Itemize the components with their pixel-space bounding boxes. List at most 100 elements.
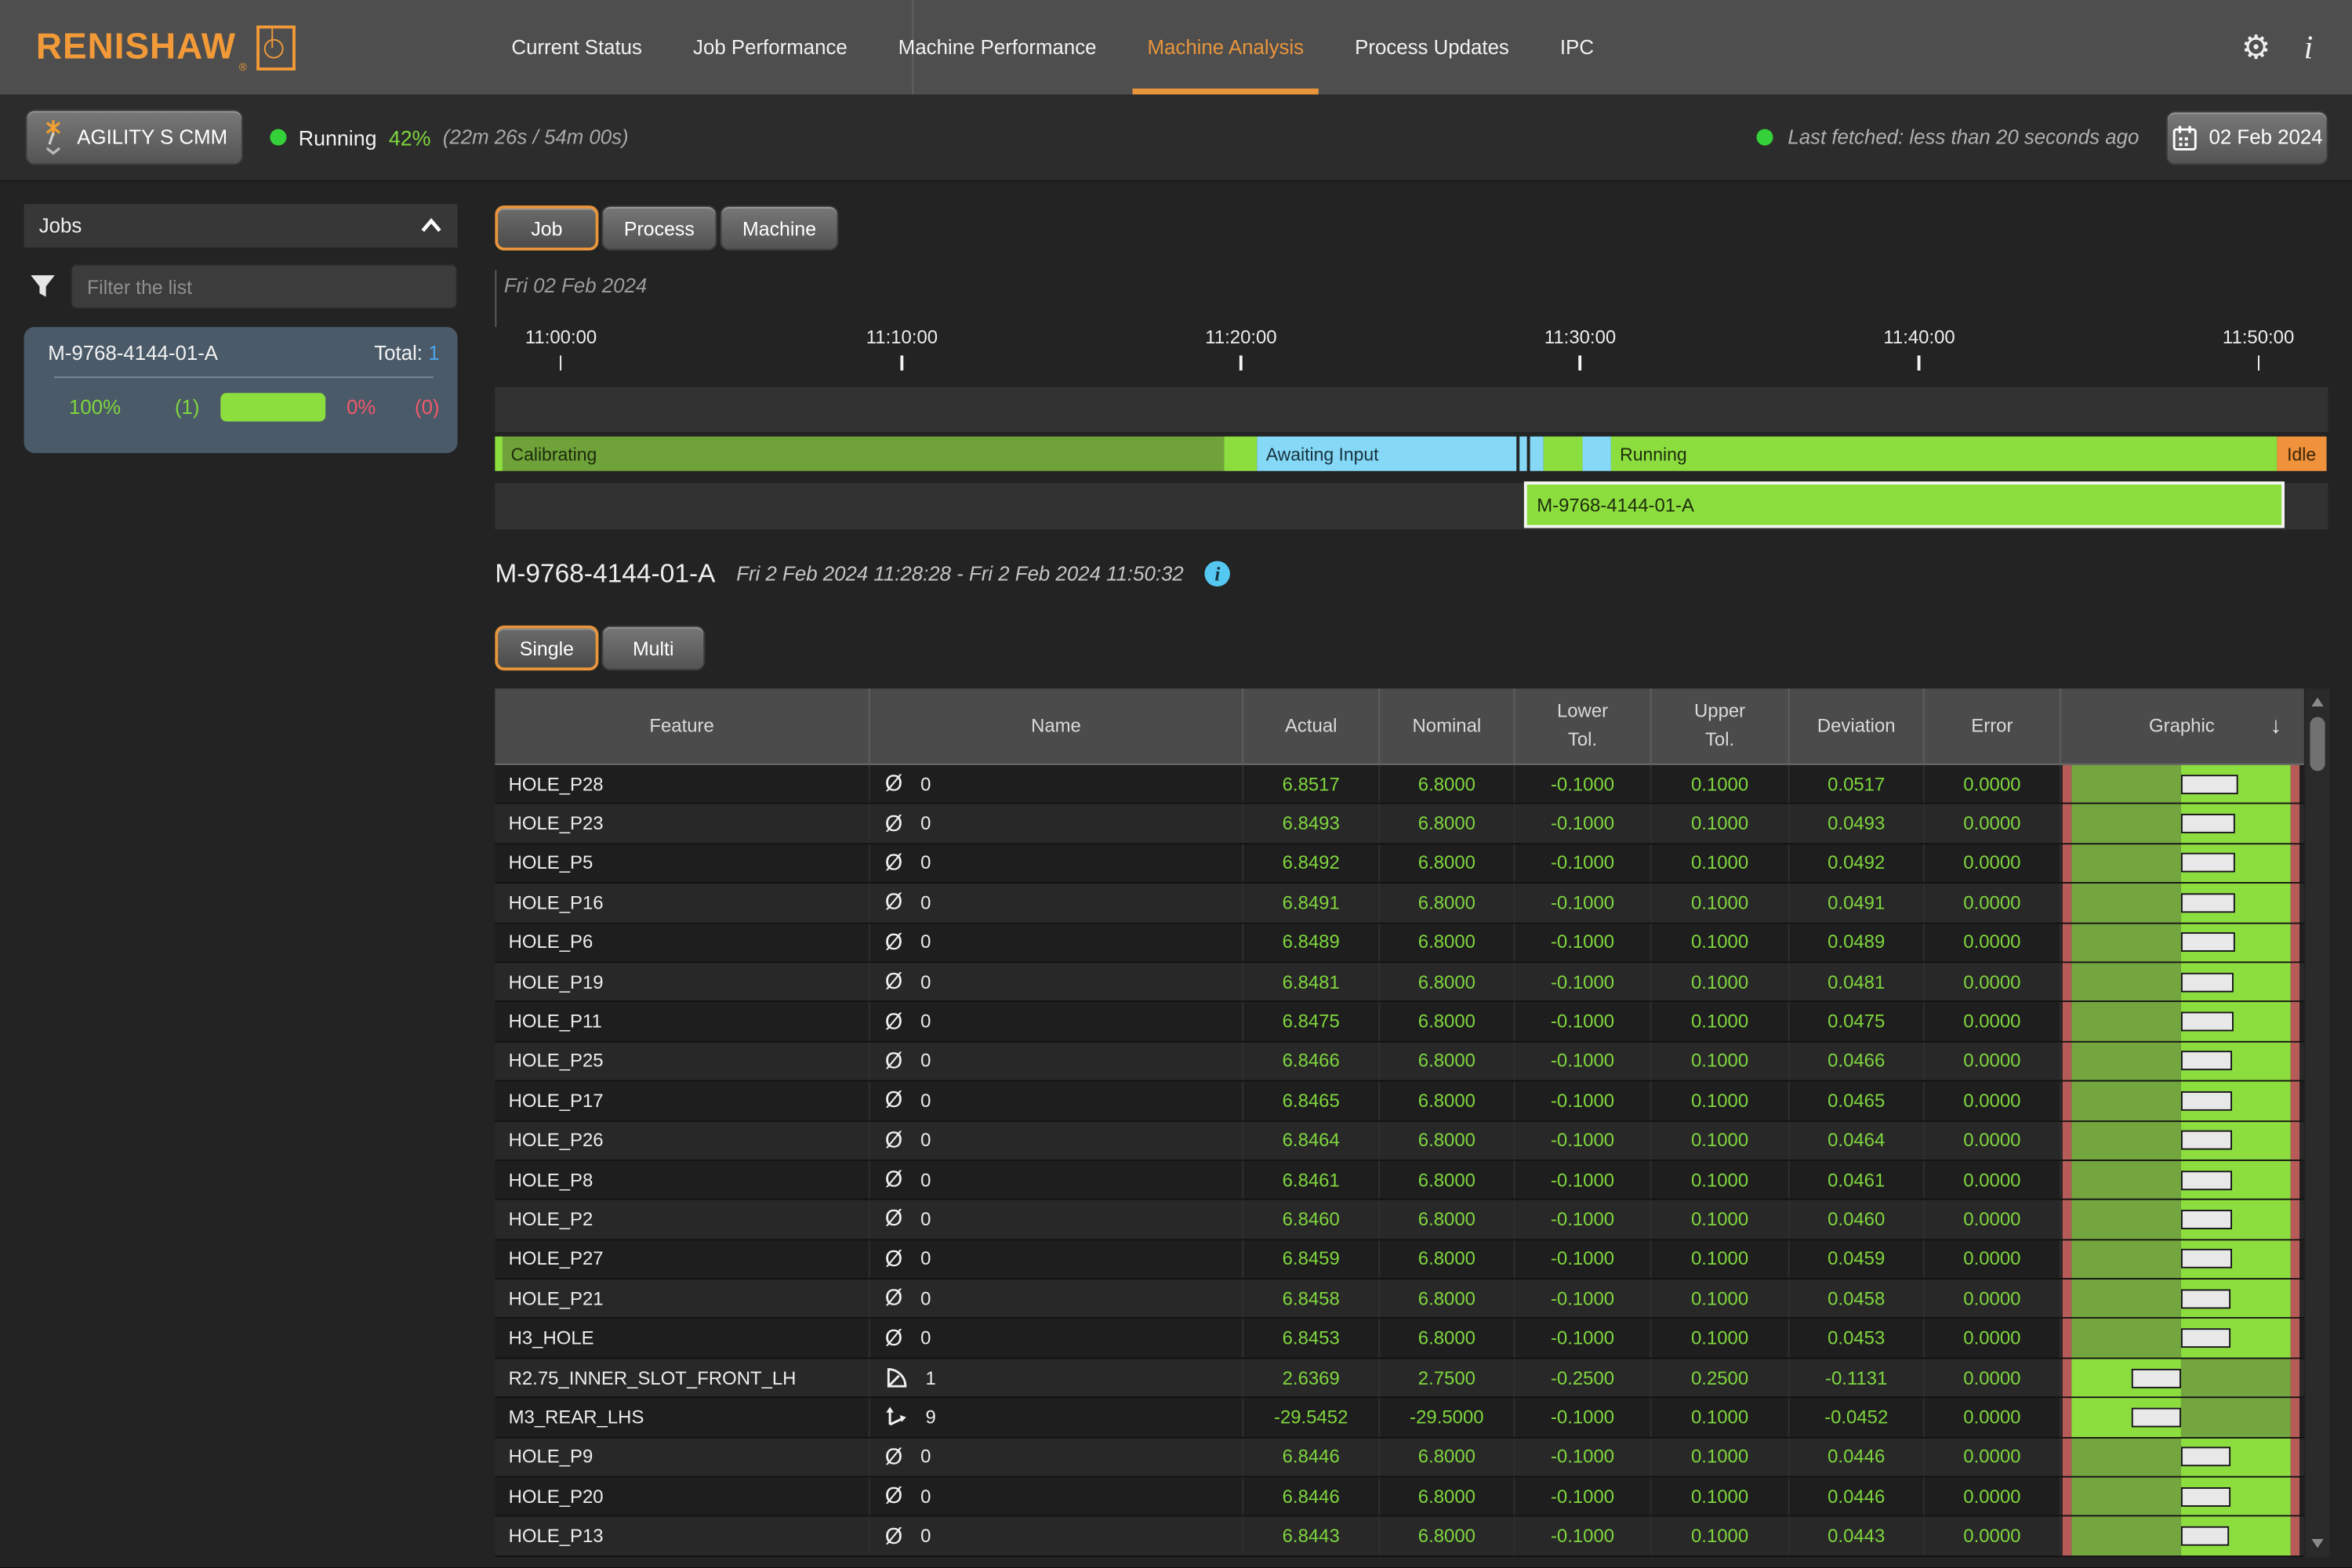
pass-count: (1) — [175, 396, 200, 419]
state-segment-calibrating[interactable]: Calibrating — [502, 437, 1224, 471]
scrollbar-thumb[interactable] — [2310, 717, 2325, 771]
table-row[interactable]: HOLE_P21Ø06.84586.8000-0.10000.10000.045… — [495, 1279, 2303, 1319]
tab-job-performance[interactable]: Job Performance — [690, 0, 850, 95]
nav-tabs: Current Status Job Performance Machine Per… — [509, 0, 1597, 95]
column-header-lower-tol-[interactable]: Lower Tol. — [1515, 688, 1651, 764]
table-row[interactable]: HOLE_P6Ø06.84896.8000-0.10000.10000.0489… — [495, 924, 2303, 963]
column-header-nominal[interactable]: Nominal — [1380, 688, 1515, 764]
state-segment[interactable] — [1224, 437, 1257, 471]
collapse-chevron-up-icon[interactable] — [420, 217, 443, 234]
view-tab-job[interactable]: Job — [495, 205, 598, 250]
cell-feature: M3_REAR_LHS — [495, 1399, 869, 1437]
state-segment[interactable] — [1544, 437, 1582, 471]
job-card[interactable]: M-9768-4144-01-A Total: 1 100% (1) 0% (0… — [24, 327, 458, 453]
cell-actual: -29.5452 — [1243, 1399, 1380, 1437]
table-row[interactable]: M3_REAR_LHS9-29.5452-29.5000-0.10000.100… — [495, 1399, 2303, 1438]
feature-count: 0 — [920, 1170, 931, 1191]
table-row[interactable]: R2.75_INNER_SLOT_FRONT_LH12.63692.7500-0… — [495, 1359, 2303, 1398]
job-info-icon[interactable]: i — [1205, 561, 1231, 587]
state-segment[interactable] — [1520, 437, 1527, 471]
state-segment[interactable] — [1582, 437, 1610, 471]
tab-ipc[interactable]: IPC — [1557, 0, 1597, 95]
column-header-upper-tol-[interactable]: Upper Tol. — [1652, 688, 1790, 764]
column-header-error[interactable]: Error — [1925, 688, 2061, 764]
cell-error: 0.0000 — [1925, 1003, 2061, 1041]
job-timeline-bar[interactable]: M-9768-4144-01-A — [1523, 481, 2284, 528]
deviation-marker — [2181, 1012, 2234, 1032]
column-header-deviation[interactable]: Deviation — [1790, 688, 1925, 764]
jobs-panel-header[interactable]: Jobs — [24, 204, 458, 247]
deviation-marker — [2181, 1447, 2230, 1467]
out-of-tolerance-zone-left — [2063, 1279, 2071, 1318]
cell-lower-tol: -0.1000 — [1515, 765, 1651, 804]
tab-machine-analysis[interactable]: Machine Analysis — [1145, 0, 1307, 95]
results-table: FeatureNameActualNominalLower Tol.Upper … — [495, 688, 2303, 1557]
mode-tab-single[interactable]: Single — [495, 626, 598, 670]
out-of-tolerance-zone-right — [2291, 844, 2299, 883]
table-row[interactable]: HOLE_P11Ø06.84756.8000-0.10000.10000.047… — [495, 1003, 2303, 1042]
tolerance-zone — [2071, 1279, 2290, 1318]
cell-graphic — [2061, 1240, 2303, 1279]
settings-gear-icon[interactable]: ⚙ — [2241, 31, 2271, 64]
cell-deviation: 0.0460 — [1790, 1200, 1925, 1239]
cell-actual: 6.8493 — [1243, 804, 1380, 843]
table-row[interactable]: HOLE_P5Ø06.84926.8000-0.10000.10000.0492… — [495, 844, 2303, 884]
info-icon[interactable]: i — [2304, 31, 2314, 64]
state-segment[interactable] — [495, 437, 502, 471]
table-row[interactable]: HOLE_P26Ø06.84646.8000-0.10000.10000.046… — [495, 1121, 2303, 1160]
column-header-name[interactable]: Name — [870, 688, 1243, 764]
out-of-tolerance-zone-left — [2063, 1003, 2071, 1041]
table-scrollbar[interactable] — [2306, 688, 2330, 1557]
out-of-tolerance-zone-right — [2291, 1319, 2299, 1358]
table-row[interactable]: HOLE_P17Ø06.84656.8000-0.10000.10000.046… — [495, 1082, 2303, 1121]
cell-upper-tol: 0.1000 — [1652, 1003, 1790, 1041]
state-segment[interactable] — [1530, 437, 1544, 471]
table-row[interactable]: HOLE_P20Ø06.84466.8000-0.10000.10000.044… — [495, 1478, 2303, 1517]
time-tick-label: 11:00:00 — [525, 327, 597, 348]
fail-count: (0) — [415, 396, 440, 419]
tab-process-updates[interactable]: Process Updates — [1352, 0, 1512, 95]
cell-error: 0.0000 — [1925, 765, 2061, 804]
lower-tolerance-half — [2071, 1279, 2181, 1318]
machine-selector-button[interactable]: AGILITY S CMM — [26, 110, 243, 165]
column-header-graphic[interactable]: Graphic↓ — [2061, 688, 2303, 764]
table-row[interactable]: H3_HOLEØ06.84536.8000-0.10000.10000.0453… — [495, 1319, 2303, 1359]
scroll-down-arrow-icon[interactable] — [2311, 1539, 2323, 1548]
cell-actual: 6.8475 — [1243, 1003, 1380, 1041]
feature-count: 0 — [920, 1051, 931, 1072]
tab-machine-performance[interactable]: Machine Performance — [895, 0, 1099, 95]
cell-graphic — [2061, 1399, 2303, 1437]
jobs-filter-input[interactable] — [71, 264, 458, 309]
tab-current-status[interactable]: Current Status — [509, 0, 645, 95]
date-picker-button[interactable]: 02 Feb 2024 — [2166, 111, 2328, 165]
mode-tab-multi[interactable]: Multi — [601, 626, 705, 670]
sort-descending-icon[interactable]: ↓ — [2270, 713, 2281, 739]
cell-feature: HOLE_P27 — [495, 1240, 869, 1279]
view-tab-process[interactable]: Process — [601, 205, 717, 250]
cell-nominal: 6.8000 — [1380, 1478, 1515, 1516]
machine-status-left: AGILITY S CMM Running 42% (22m 26s / 54m… — [26, 95, 629, 180]
table-row[interactable]: HOLE_P8Ø06.84616.8000-0.10000.10000.0461… — [495, 1161, 2303, 1200]
table-row[interactable]: HOLE_P16Ø06.84916.8000-0.10000.10000.049… — [495, 884, 2303, 923]
column-header-actual[interactable]: Actual — [1243, 688, 1380, 764]
state-segment-awaiting-input[interactable]: Awaiting Input — [1257, 437, 1517, 471]
diameter-icon: Ø — [885, 930, 902, 956]
table-row[interactable]: HOLE_P19Ø06.84816.8000-0.10000.10000.048… — [495, 963, 2303, 1002]
cell-deviation: 0.0493 — [1790, 804, 1925, 843]
table-row[interactable]: HOLE_P23Ø06.84936.8000-0.10000.10000.049… — [495, 804, 2303, 844]
column-header-feature[interactable]: Feature — [495, 688, 869, 764]
cell-feature: HOLE_P11 — [495, 1003, 869, 1041]
table-row[interactable]: HOLE_P28Ø06.85176.8000-0.10000.10000.051… — [495, 765, 2303, 804]
state-segment-idle[interactable]: Idle — [2277, 437, 2327, 471]
table-row[interactable]: HOLE_P9Ø06.84466.8000-0.10000.10000.0446… — [495, 1438, 2303, 1477]
table-row[interactable]: HOLE_P27Ø06.84596.8000-0.10000.10000.045… — [495, 1240, 2303, 1279]
table-row[interactable]: HOLE_P25Ø06.84666.8000-0.10000.10000.046… — [495, 1042, 2303, 1081]
cell-actual: 6.8464 — [1243, 1121, 1380, 1160]
view-tab-machine[interactable]: Machine — [720, 205, 838, 250]
state-segment-running[interactable]: Running — [1611, 437, 2277, 471]
cell-name: Ø0 — [870, 1003, 1243, 1041]
scroll-up-arrow-icon[interactable] — [2311, 698, 2323, 706]
table-row[interactable]: HOLE_P2Ø06.84606.8000-0.10000.10000.0460… — [495, 1200, 2303, 1240]
table-row[interactable]: HOLE_P13Ø06.84436.8000-0.10000.10000.044… — [495, 1517, 2303, 1556]
out-of-tolerance-zone-left — [2063, 804, 2071, 843]
